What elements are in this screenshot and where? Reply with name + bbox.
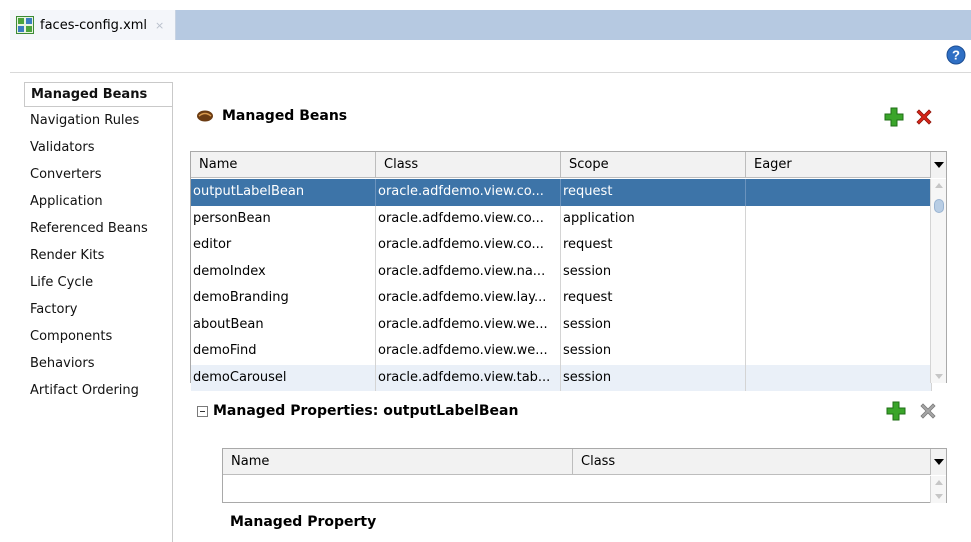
managed-property-label: Managed Property xyxy=(230,514,377,530)
managed-beans-title: Managed Beans xyxy=(222,108,348,124)
cell-class: oracle.adfdemo.view.lay... xyxy=(376,285,561,312)
cell-class: oracle.adfdemo.view.na... xyxy=(376,258,561,285)
delete-property-button[interactable] xyxy=(918,401,938,421)
cell-class: oracle.adfdemo.view.we... xyxy=(376,311,561,338)
cell-eager xyxy=(746,338,932,365)
cell-name: aboutBean xyxy=(191,311,376,338)
cell-eager xyxy=(746,205,932,232)
cell-scope: request xyxy=(561,179,746,206)
column-header-name[interactable]: Name xyxy=(223,449,573,475)
column-menu-button[interactable] xyxy=(930,449,946,475)
cell-scope: application xyxy=(561,205,746,232)
scroll-up-icon[interactable] xyxy=(935,183,943,188)
add-property-button[interactable] xyxy=(886,401,906,421)
scroll-up-icon[interactable] xyxy=(935,480,943,485)
overview-navigator: Managed Beans Navigation Rules Validator… xyxy=(24,82,172,404)
managed-properties-title: Managed Properties: outputLabelBean xyxy=(213,403,519,419)
cell-class: oracle.adfdemo.view.tab... xyxy=(376,364,561,391)
add-bean-button[interactable] xyxy=(884,107,904,127)
nav-item-navigation-rules[interactable]: Navigation Rules xyxy=(24,107,172,134)
delete-bean-button[interactable] xyxy=(914,107,934,127)
cell-name: editor xyxy=(191,232,376,259)
beans-vertical-scrollbar[interactable] xyxy=(930,179,946,383)
cell-eager xyxy=(746,364,932,391)
cell-eager xyxy=(746,258,932,285)
managed-properties-table[interactable]: Name Class xyxy=(222,448,947,503)
table-row[interactable]: personBean oracle.adfdemo.view.co... app… xyxy=(191,205,932,232)
cell-name: demoIndex xyxy=(191,258,376,285)
scroll-thumb[interactable] xyxy=(934,199,944,213)
column-header-name[interactable]: Name xyxy=(191,152,376,178)
help-icon[interactable]: ? xyxy=(946,45,966,65)
cell-class: oracle.adfdemo.view.co... xyxy=(376,232,561,259)
column-header-scope[interactable]: Scope xyxy=(561,152,746,178)
cell-class: oracle.adfdemo.view.we... xyxy=(376,338,561,365)
cell-scope: request xyxy=(561,285,746,312)
nav-item-managed-beans[interactable]: Managed Beans xyxy=(24,82,172,107)
column-header-eager[interactable]: Eager xyxy=(746,152,932,178)
nav-item-referenced-beans[interactable]: Referenced Beans xyxy=(24,215,172,242)
table-row[interactable]: demoBranding oracle.adfdemo.view.lay... … xyxy=(191,285,932,312)
nav-item-life-cycle[interactable]: Life Cycle xyxy=(24,269,172,296)
scroll-down-icon[interactable] xyxy=(935,494,943,499)
navigator-divider xyxy=(172,82,173,542)
nav-item-render-kits[interactable]: Render Kits xyxy=(24,242,172,269)
header-divider xyxy=(10,72,971,73)
table-row[interactable]: demoCarousel oracle.adfdemo.view.tab... … xyxy=(191,364,932,391)
faces-config-file-icon xyxy=(16,16,34,34)
column-menu-button[interactable] xyxy=(930,152,946,178)
cell-name: personBean xyxy=(191,205,376,232)
cell-scope: request xyxy=(561,232,746,259)
nav-item-application[interactable]: Application xyxy=(24,188,172,215)
managed-beans-table[interactable]: Name Class Scope Eager outputLabelBean o… xyxy=(190,151,947,391)
cell-scope: session xyxy=(561,338,746,365)
cell-eager xyxy=(746,232,932,259)
bean-icon xyxy=(197,110,213,122)
editor-tab-strip: faces-config.xml × xyxy=(10,10,971,40)
cell-class: oracle.adfdemo.view.co... xyxy=(376,179,561,206)
managed-properties-heading: Managed Properties: outputLabelBean xyxy=(197,403,518,419)
table-header: Name Class Scope Eager xyxy=(191,152,932,178)
svg-text:?: ? xyxy=(952,48,960,63)
tab-title: faces-config.xml xyxy=(40,17,148,33)
nav-item-components[interactable]: Components xyxy=(24,323,172,350)
properties-table-header: Name Class xyxy=(223,449,932,475)
table-row[interactable]: aboutBean oracle.adfdemo.view.we... sess… xyxy=(191,311,932,338)
cell-name: outputLabelBean xyxy=(191,179,376,206)
managed-beans-heading: Managed Beans xyxy=(196,108,347,124)
cell-name: demoCarousel xyxy=(191,364,376,391)
cell-name: demoBranding xyxy=(191,285,376,312)
nav-item-behaviors[interactable]: Behaviors xyxy=(24,350,172,377)
scroll-down-icon[interactable] xyxy=(935,374,943,379)
properties-vertical-scrollbar[interactable] xyxy=(930,476,946,503)
column-header-class[interactable]: Class xyxy=(376,152,561,178)
cell-class: oracle.adfdemo.view.co... xyxy=(376,205,561,232)
table-row[interactable]: editor oracle.adfdemo.view.co... request xyxy=(191,232,932,259)
nav-item-artifact-ordering[interactable]: Artifact Ordering xyxy=(24,377,172,404)
nav-item-factory[interactable]: Factory xyxy=(24,296,172,323)
cell-scope: session xyxy=(561,364,746,391)
tab-faces-config[interactable]: faces-config.xml × xyxy=(10,10,176,40)
cell-scope: session xyxy=(561,311,746,338)
nav-item-validators[interactable]: Validators xyxy=(24,134,172,161)
cell-scope: session xyxy=(561,258,746,285)
column-header-class[interactable]: Class xyxy=(573,449,932,475)
cell-eager xyxy=(746,179,932,206)
tab-close-icon[interactable]: × xyxy=(155,19,164,32)
cell-eager xyxy=(746,285,932,312)
table-row[interactable]: outputLabelBean oracle.adfdemo.view.co..… xyxy=(191,179,932,206)
nav-item-converters[interactable]: Converters xyxy=(24,161,172,188)
table-row[interactable]: demoFind oracle.adfdemo.view.we... sessi… xyxy=(191,338,932,365)
table-row[interactable]: demoIndex oracle.adfdemo.view.na... sess… xyxy=(191,258,932,285)
collapse-icon[interactable] xyxy=(197,405,208,417)
cell-eager xyxy=(746,311,932,338)
cell-name: demoFind xyxy=(191,338,376,365)
